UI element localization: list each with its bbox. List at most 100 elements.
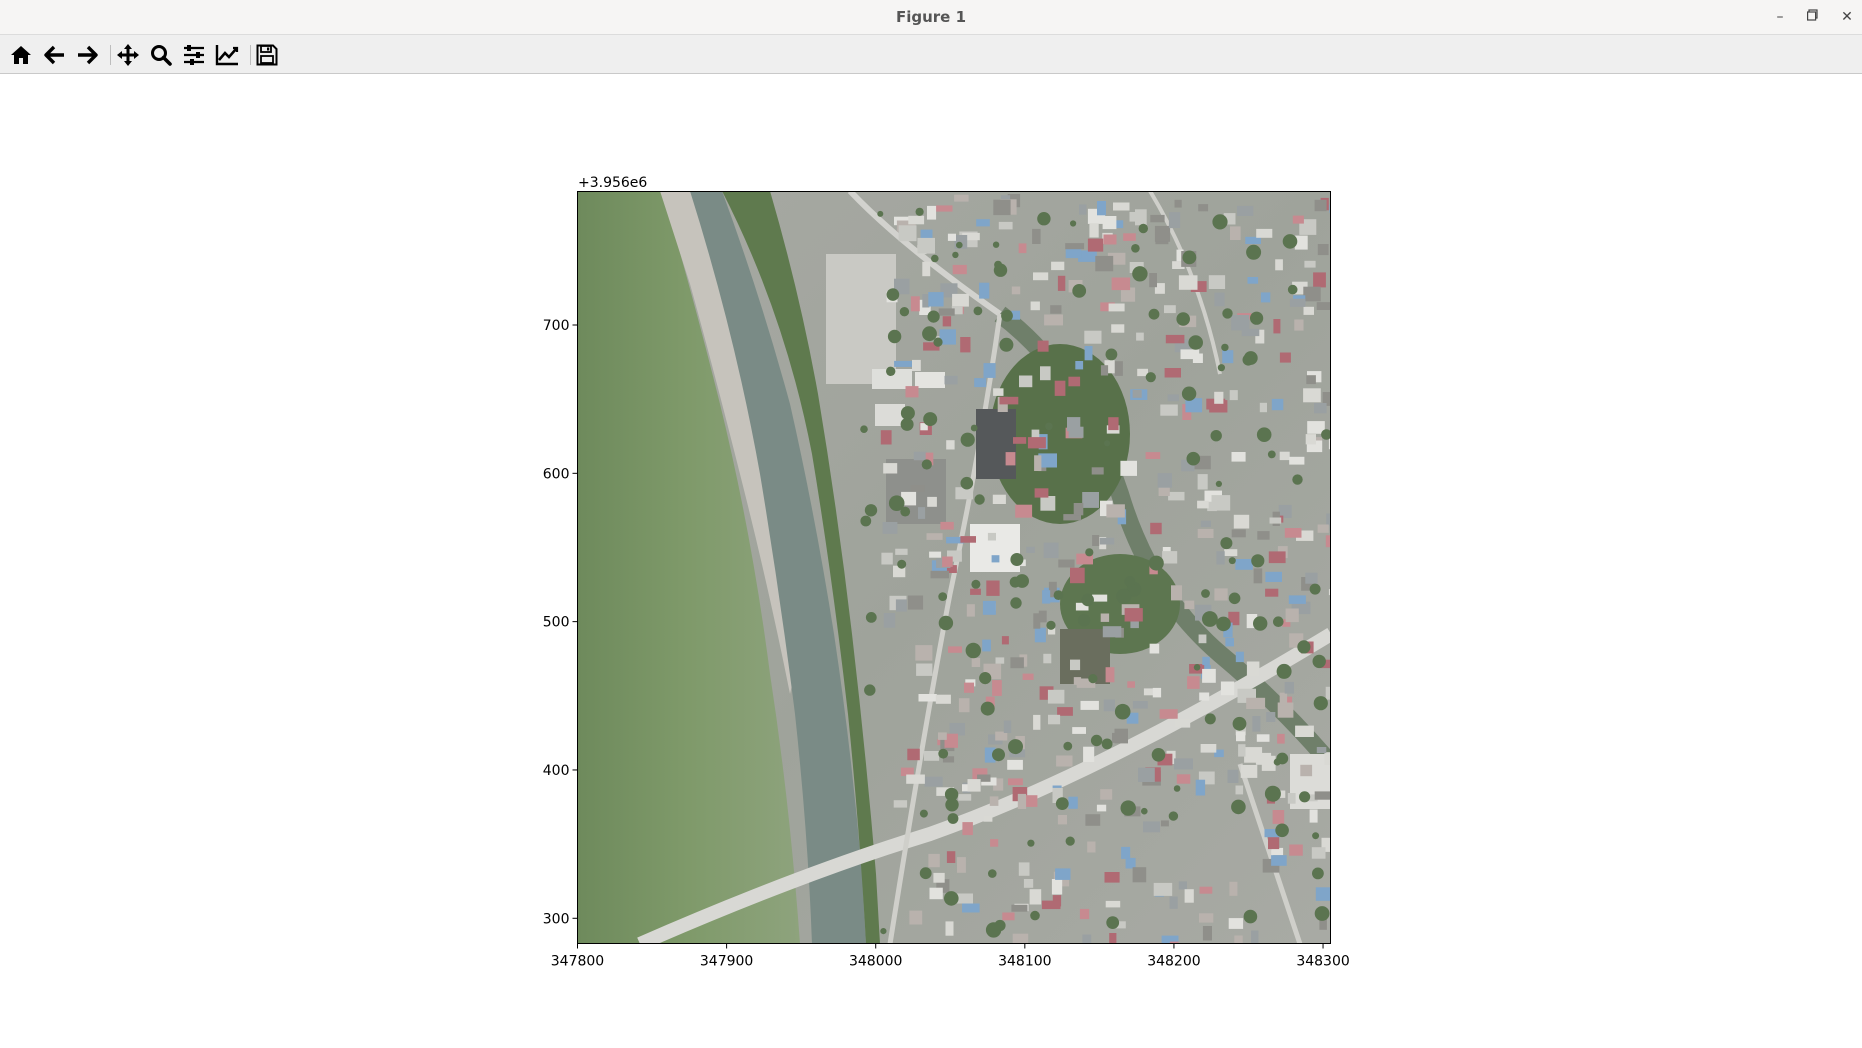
tree-canopy <box>994 919 1006 932</box>
maximize-icon[interactable] <box>1803 7 1823 27</box>
house-rooftop <box>1265 588 1279 597</box>
house-rooftop <box>1120 460 1137 476</box>
house-rooftop <box>1068 376 1081 387</box>
house-rooftop <box>1104 872 1120 883</box>
tree-canopy <box>1212 214 1228 230</box>
house-rooftop <box>1192 353 1203 363</box>
x-tick-label: 347800 <box>551 954 604 970</box>
house-rooftop <box>1284 681 1294 694</box>
tree-canopy <box>1228 557 1236 565</box>
house-rooftop <box>1092 535 1100 546</box>
edit-axis-line-icon[interactable] <box>214 42 240 68</box>
tree-canopy <box>1231 799 1246 815</box>
tree-canopy <box>938 748 949 759</box>
house-rooftop <box>1176 774 1191 784</box>
house-rooftop <box>916 663 933 676</box>
tree-canopy <box>1267 450 1276 459</box>
house-rooftop <box>1178 275 1198 290</box>
house-rooftop <box>1084 330 1102 344</box>
house-rooftop <box>1057 707 1073 716</box>
house-rooftop <box>1305 434 1316 445</box>
house-rooftop <box>1202 926 1212 941</box>
house-rooftop <box>1070 567 1085 584</box>
house-rooftop <box>883 613 896 628</box>
house-rooftop <box>1220 681 1235 696</box>
tree-canopy <box>1216 616 1231 632</box>
zoom-magnifier-icon[interactable] <box>148 42 174 68</box>
house-rooftop <box>1197 528 1214 538</box>
house-rooftop <box>1085 814 1101 826</box>
tree-canopy <box>886 288 900 301</box>
house-rooftop <box>1231 315 1250 331</box>
close-icon[interactable]: ✕ <box>1837 7 1857 27</box>
house-rooftop <box>1279 352 1291 363</box>
tree-canopy <box>1077 614 1091 627</box>
house-rooftop <box>881 552 893 565</box>
house-rooftop <box>927 496 937 507</box>
tree-canopy <box>1309 583 1321 595</box>
house-rooftop <box>1187 676 1200 689</box>
house-rooftop <box>1229 881 1238 896</box>
tree-canopy <box>1264 785 1281 802</box>
house-rooftop <box>1138 767 1155 782</box>
tree-canopy <box>1081 593 1094 607</box>
house-rooftop <box>979 282 990 299</box>
tree-canopy <box>1114 703 1131 720</box>
house-rooftop <box>952 264 967 275</box>
house-rooftop <box>1316 747 1327 754</box>
house-rooftop <box>962 903 980 913</box>
house-rooftop <box>1038 610 1047 623</box>
tree-canopy <box>1101 738 1113 750</box>
tree-canopy <box>1243 909 1258 924</box>
house-rooftop <box>1037 340 1049 352</box>
save-floppy-icon[interactable] <box>254 42 280 68</box>
house-rooftop <box>1150 214 1165 223</box>
figure-canvas[interactable]: 347800 347900 348000 348100 348200 348300 300… <box>0 74 1862 1044</box>
house-rooftop <box>1082 492 1099 508</box>
configure-subplots-icon[interactable] <box>181 42 207 68</box>
house-rooftop <box>1294 319 1304 331</box>
house-rooftop <box>1214 391 1224 404</box>
tree-canopy <box>915 207 924 216</box>
tree-canopy <box>956 241 963 249</box>
house-rooftop <box>1017 793 1027 809</box>
tree-canopy <box>900 417 914 431</box>
house-rooftop <box>1105 667 1115 683</box>
tree-canopy <box>1217 364 1225 372</box>
tree-canopy <box>1132 266 1148 282</box>
house-rooftop <box>1026 546 1035 553</box>
house-rooftop <box>1103 234 1117 245</box>
house-rooftop <box>1015 504 1033 518</box>
house-rooftop <box>1279 692 1288 706</box>
home-icon[interactable] <box>8 42 34 68</box>
house-rooftop <box>1284 528 1302 538</box>
tree-canopy <box>970 424 978 432</box>
house-rooftop <box>1256 228 1273 238</box>
house-rooftop <box>1070 659 1081 671</box>
back-arrow-icon[interactable] <box>42 42 68 68</box>
forward-arrow-icon[interactable] <box>74 42 100 68</box>
house-rooftop <box>1034 455 1042 471</box>
house-rooftop <box>1100 789 1113 800</box>
house-rooftop <box>1164 305 1176 314</box>
tree-canopy <box>1186 451 1201 466</box>
tree-canopy <box>947 813 959 824</box>
tree-canopy <box>1314 906 1330 921</box>
house-rooftop <box>1100 613 1110 622</box>
minimize-icon[interactable]: – <box>1770 7 1790 27</box>
house-rooftop <box>1108 303 1125 312</box>
tree-canopy <box>965 642 981 659</box>
house-rooftop <box>1229 390 1238 401</box>
tree-canopy <box>1148 308 1160 320</box>
house-rooftop <box>1007 759 1023 770</box>
house-rooftop <box>905 386 919 398</box>
tree-canopy <box>1053 590 1064 600</box>
house-rooftop <box>1124 608 1143 622</box>
tree-canopy <box>938 615 954 631</box>
house-rooftop <box>1123 233 1136 241</box>
house-rooftop <box>1231 529 1246 538</box>
pan-move-icon[interactable] <box>115 42 141 68</box>
house-rooftop <box>1051 261 1065 271</box>
house-rooftop <box>1259 402 1267 413</box>
house-rooftop <box>1329 520 1331 531</box>
